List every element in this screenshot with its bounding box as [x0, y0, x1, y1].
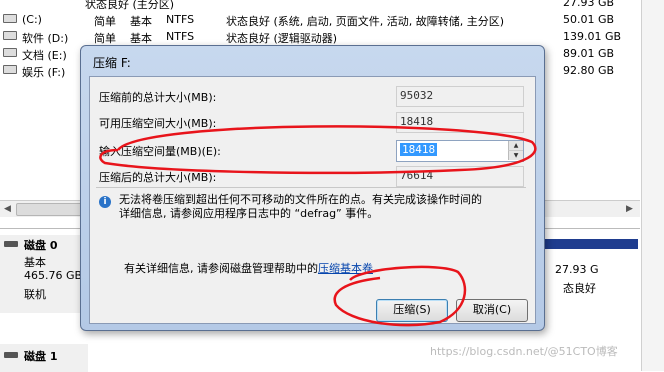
volume-status: 状态良好 (逻辑驱动器) — [226, 32, 338, 45]
help-text: 有关详细信息, 请参阅磁盘管理帮助中的压缩基本卷 — [124, 260, 373, 276]
scroll-right-icon[interactable]: ▶ — [626, 204, 633, 214]
partition-capacity: 27.93 G — [555, 263, 599, 276]
volume-row[interactable]: (C:) 简单 基本 NTFS 状态良好 (系统, 启动, 页面文件, 活动, … — [0, 11, 640, 28]
info-line: 无法将卷压缩到超出任何不可移动的文件所在的点。有关完成该操作时间的 — [119, 193, 482, 206]
scroll-left-icon[interactable]: ◀ — [4, 204, 11, 214]
disk-icon — [4, 241, 18, 247]
field-label: 压缩后的总计大小(MB): — [99, 171, 217, 184]
field-value-readonly: 76614 — [396, 166, 524, 187]
volume-fs: NTFS — [166, 13, 195, 26]
volume-name: (C:) — [22, 13, 42, 26]
drive-icon — [3, 13, 17, 26]
disk-state: 联机 — [24, 288, 46, 301]
drive-icon — [3, 64, 17, 77]
help-prefix: 有关详细信息, 请参阅磁盘管理帮助中的 — [124, 262, 318, 275]
volume-row[interactable]: 状态良好 (主分区) 27.93 GB — [0, 0, 640, 11]
watermark: https://blog.csdn.net/@51CTO博客 — [430, 345, 618, 358]
volume-layout: 简单 — [94, 15, 116, 28]
volume-type: 基本 — [130, 15, 152, 28]
volume-name: 娱乐 (F:) — [22, 66, 66, 79]
volume-capacity: 89.01 GB — [563, 47, 615, 60]
volume-row[interactable]: 软件 (D:) 简单 基本 NTFS 状态良好 (逻辑驱动器) 139.01 G… — [0, 28, 640, 45]
shrink-amount-input[interactable]: 18418 ▲ ▼ — [396, 140, 524, 162]
field-label: 可用压缩空间大小(MB): — [99, 117, 217, 130]
volume-fs: NTFS — [166, 30, 195, 43]
dialog-title: 压缩 F: — [93, 56, 131, 70]
shrink-amount-value[interactable]: 18418 — [400, 143, 438, 156]
info-icon: i — [99, 196, 111, 208]
volume-name: 软件 (D:) — [22, 32, 69, 45]
disk-title: 磁盘 1 — [24, 350, 58, 363]
field-label: 压缩前的总计大小(MB): — [99, 91, 217, 104]
disk-1-label[interactable]: 磁盘 1 — [0, 344, 88, 372]
dialog-body: 压缩前的总计大小(MB): 95032 可用压缩空间大小(MB): 18418 … — [89, 76, 536, 324]
info-text: 无法将卷压缩到超出任何不可移动的文件所在的点。有关完成该操作时间的 详细信息, … — [119, 193, 509, 221]
volume-capacity: 50.01 GB — [563, 13, 615, 26]
disk-title: 磁盘 0 — [24, 239, 58, 252]
vertical-scrollbar[interactable] — [641, 0, 664, 371]
shrink-dialog: 压缩 F: 压缩前的总计大小(MB): 95032 可用压缩空间大小(MB): … — [80, 45, 545, 331]
disk-type: 基本 — [24, 256, 46, 269]
volume-capacity: 139.01 GB — [563, 30, 622, 43]
cancel-button[interactable]: 取消(C) — [456, 299, 528, 322]
disk-0-label[interactable]: 磁盘 0 基本 465.76 GB 联机 — [0, 235, 88, 313]
partition-status: 态良好 — [563, 282, 596, 295]
disk-icon — [4, 352, 18, 358]
volume-name: 文档 (E:) — [22, 49, 67, 62]
help-link[interactable]: 压缩基本卷 — [318, 262, 373, 275]
volume-type: 基本 — [130, 32, 152, 45]
field-value-readonly: 95032 — [396, 86, 524, 107]
field-value-readonly: 18418 — [396, 112, 524, 133]
partition-bar — [540, 239, 638, 249]
field-shrink-amount: 输入压缩空间量(MB)(E): 18418 ▲ ▼ — [99, 139, 524, 162]
drive-icon — [3, 30, 17, 43]
volume-status: 状态良好 (系统, 启动, 页面文件, 活动, 故障转储, 主分区) — [226, 15, 505, 28]
field-total-after: 压缩后的总计大小(MB): 76614 — [99, 165, 524, 187]
volume-capacity: 27.93 GB — [563, 0, 615, 9]
compress-button[interactable]: 压缩(S) — [376, 299, 448, 322]
info-line: 详细信息, 请参阅应用程序日志中的 “defrag” 事件。 — [119, 207, 379, 220]
field-total-before: 压缩前的总计大小(MB): 95032 — [99, 85, 524, 107]
disk-size: 465.76 GB — [24, 269, 83, 282]
field-available: 可用压缩空间大小(MB): 18418 — [99, 111, 524, 133]
spin-up-icon[interactable]: ▲ — [508, 141, 523, 151]
divider — [96, 187, 526, 188]
volume-layout: 简单 — [94, 32, 116, 45]
drive-icon — [3, 47, 17, 60]
field-label: 输入压缩空间量(MB)(E): — [99, 145, 221, 158]
volume-capacity: 92.80 GB — [563, 64, 615, 77]
spin-down-icon[interactable]: ▼ — [508, 151, 523, 160]
